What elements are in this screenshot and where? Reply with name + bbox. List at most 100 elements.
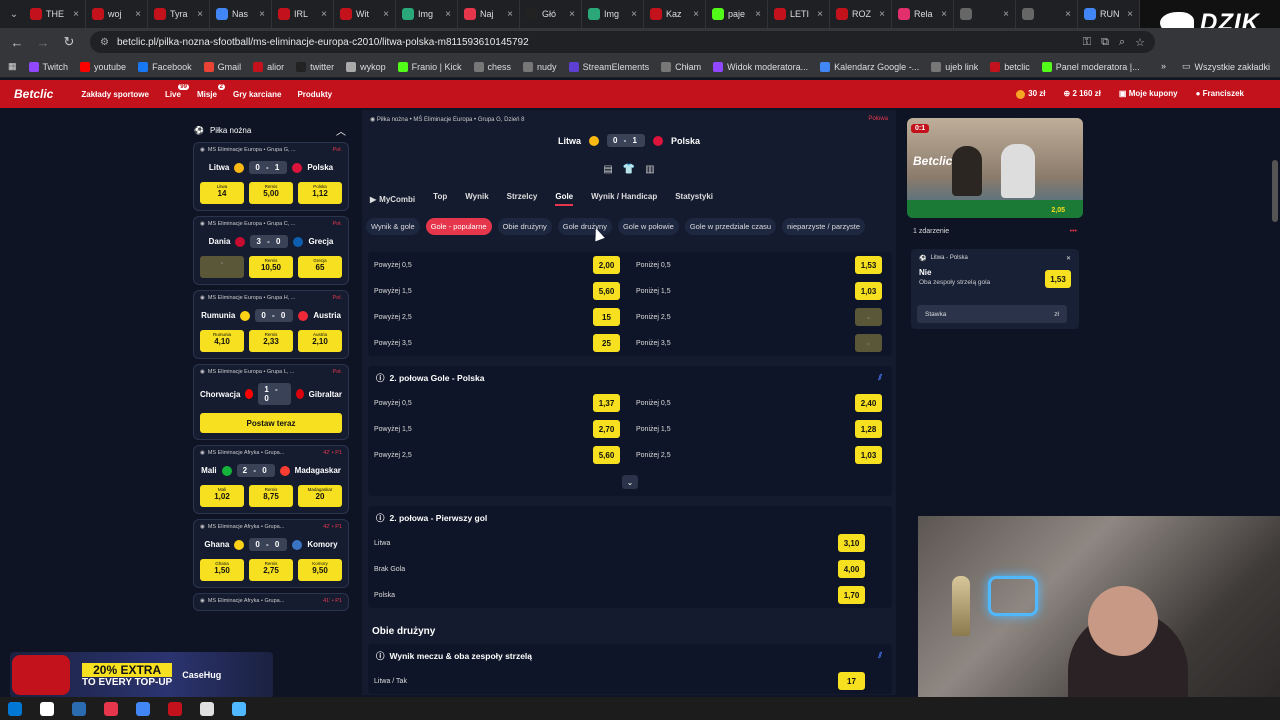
browser-tab[interactable]: Głó × — [520, 0, 582, 28]
bookmark-item[interactable]: Facebook — [138, 61, 192, 72]
odds-button[interactable]: Remis 10,50 — [249, 256, 293, 278]
bookmark-item[interactable]: twitter — [296, 61, 334, 72]
close-tab-icon[interactable]: × — [73, 9, 79, 20]
close-tab-icon[interactable]: × — [1127, 9, 1133, 20]
odds-button[interactable]: 15 — [593, 308, 620, 326]
market-tab[interactable]: Wynik / Handicap — [591, 192, 657, 206]
odds-button[interactable]: Remis 2,33 — [249, 330, 293, 352]
live-match-card[interactable]: ◉ MŚ Eliminacje Europa • Grupa C, ... Poł.… — [193, 216, 349, 285]
odds-button[interactable]: 1,70 — [838, 586, 865, 604]
close-tab-icon[interactable]: × — [1003, 9, 1009, 20]
breadcrumb[interactable]: ◉ Piłka nożna • MŚ Eliminacje Europa • G… — [370, 116, 525, 123]
browser-tab[interactable]: Wit × — [334, 0, 396, 28]
password-key-icon[interactable]: ⚿ — [1083, 36, 1091, 49]
bookmark-item[interactable]: Franio | Kick — [397, 61, 462, 72]
odds-button[interactable]: Rumunia 4,10 — [200, 330, 244, 352]
close-tab-icon[interactable]: × — [693, 9, 699, 20]
more-options-icon[interactable]: ••• — [1070, 228, 1077, 235]
remove-bet-icon[interactable]: ✕ — [1066, 255, 1071, 262]
market-chip[interactable]: Gole w połowie — [617, 218, 679, 235]
market-chip[interactable]: Gole w przedziale czasu — [684, 218, 777, 235]
bookmark-item[interactable]: youtube — [80, 61, 126, 72]
odds-button[interactable]: 5,60 — [593, 282, 620, 300]
bookmark-item[interactable]: Kalendarz Google -... — [820, 61, 919, 72]
sidebar-header[interactable]: ⚽ Piłka nożna ︿ — [188, 118, 354, 142]
close-tab-icon[interactable]: × — [755, 9, 761, 20]
market-tab[interactable]: Statystyki — [675, 192, 713, 206]
live-match-card[interactable]: ◉ MŚ Eliminacje Europa • Grupa L, ... Poł.… — [193, 364, 349, 440]
market-tab[interactable]: Gole — [555, 192, 574, 206]
close-tab-icon[interactable]: × — [507, 9, 513, 20]
market-title[interactable]: ⓘ 2. połowa - Pierwszy gol — [368, 506, 892, 530]
shirt-icon[interactable]: 👕 — [623, 164, 635, 175]
bookmark-item[interactable]: ujeb link — [931, 61, 978, 72]
market-chip[interactable]: Gole drużyny — [557, 218, 612, 235]
odds-button[interactable]: Madagaskar 20 — [298, 485, 342, 507]
browser-tab[interactable]: ROZ × — [830, 0, 892, 28]
close-tab-icon[interactable]: × — [879, 9, 885, 20]
tab-search-icon[interactable]: ⌄ — [4, 4, 24, 24]
taskbar-app-icon[interactable] — [136, 701, 150, 716]
reload-button[interactable]: ↻ — [58, 31, 80, 53]
close-tab-icon[interactable]: × — [445, 9, 451, 20]
close-tab-icon[interactable]: × — [1065, 9, 1071, 20]
odds-button[interactable]: Polska 1,12 — [298, 182, 342, 204]
pitch-icon[interactable]: ▤ — [603, 164, 612, 175]
all-bookmarks-folder[interactable]: ▭ Wszystkie zakładki — [1182, 61, 1270, 72]
browser-tab[interactable]: paje × — [706, 0, 768, 28]
market-tab[interactable]: ▶ MyCombi — [370, 192, 415, 206]
browser-tab[interactable]: IRL × — [272, 0, 334, 28]
browser-tab[interactable]: LETI × — [768, 0, 830, 28]
bookmark-item[interactable]: Gmail — [203, 61, 241, 72]
browser-tab[interactable]: Naj × — [458, 0, 520, 28]
promo-banner[interactable]: 20% EXTRA TO EVERY TOP-UP CaseHug — [10, 652, 273, 698]
pin-icon[interactable]: ⫽ — [878, 373, 882, 383]
close-tab-icon[interactable]: × — [817, 9, 823, 20]
odds-button[interactable]: 2,70 — [593, 420, 620, 438]
browser-tab[interactable]: RUN × — [1078, 0, 1140, 28]
bet-now-button[interactable]: Postaw teraz — [200, 413, 342, 433]
odds-button[interactable]: 1,03 — [855, 282, 882, 300]
close-tab-icon[interactable]: × — [569, 9, 575, 20]
bookmark-item[interactable]: betclic — [990, 61, 1030, 72]
odds-button[interactable]: Austria 2,10 — [298, 330, 342, 352]
market-title[interactable]: ⓘ Wynik meczu & oba zespoły strzelą ⫽ — [368, 644, 892, 668]
odds-button[interactable]: 1,03 — [855, 446, 882, 464]
bookmark-item[interactable]: nudy — [523, 61, 557, 72]
coins-balance[interactable]: 30 zł — [1016, 89, 1046, 99]
stake-input[interactable]: Stawka zł — [917, 305, 1067, 323]
header-nav-item[interactable]: Produkty — [289, 90, 340, 99]
browser-tab[interactable]: Tyra × — [148, 0, 210, 28]
browser-tab[interactable]: THE × — [24, 0, 86, 28]
bookmark-item[interactable]: wykop — [346, 61, 386, 72]
browser-tab[interactable]: Rela × — [892, 0, 954, 28]
expand-chevron-icon[interactable]: ⌄ — [622, 475, 638, 489]
stats-icon[interactable]: ▥ — [645, 164, 654, 175]
odds-button[interactable]: 5,60 — [593, 446, 620, 464]
close-tab-icon[interactable]: × — [197, 9, 203, 20]
url-bar[interactable]: ⚙ betclic.pl/pilka-nozna-sfootball/ms-el… — [90, 31, 1155, 53]
browser-tab[interactable]: Img × — [396, 0, 458, 28]
zoom-icon[interactable]: ⌕ — [1119, 36, 1125, 49]
chevron-up-icon[interactable]: ︿ — [336, 123, 346, 138]
close-tab-icon[interactable]: × — [941, 9, 947, 20]
apps-grid-icon[interactable]: ▦ — [8, 61, 17, 72]
taskbar-app-icon[interactable] — [8, 701, 22, 716]
forward-button[interactable]: → — [32, 31, 54, 53]
taskbar-app-icon[interactable] — [40, 701, 54, 716]
taskbar-app-icon[interactable] — [200, 701, 214, 716]
close-tab-icon[interactable]: × — [135, 9, 141, 20]
live-match-card[interactable]: ◉ MŚ Eliminacje Afryka • Grupa... 42' • P1… — [193, 519, 349, 588]
odds-button[interactable]: 2,40 — [855, 394, 882, 412]
odds-button[interactable]: 1,53 — [855, 256, 882, 274]
taskbar-app-icon[interactable] — [232, 701, 246, 716]
live-video-player[interactable]: 0:1 Betclic 2,05 — [907, 118, 1083, 218]
market-chip[interactable]: Obie drużyny — [497, 218, 552, 235]
bookmark-item[interactable]: Panel moderatora |... — [1041, 61, 1140, 72]
market-chip[interactable]: Wynik & gole — [366, 218, 420, 235]
bookmark-item[interactable]: Widok moderatora... — [713, 61, 808, 72]
close-tab-icon[interactable]: × — [383, 9, 389, 20]
browser-tab[interactable]: Img × — [582, 0, 644, 28]
bookmark-item[interactable]: chess — [473, 61, 511, 72]
bookmark-star-icon[interactable]: ☆ — [1135, 36, 1145, 49]
